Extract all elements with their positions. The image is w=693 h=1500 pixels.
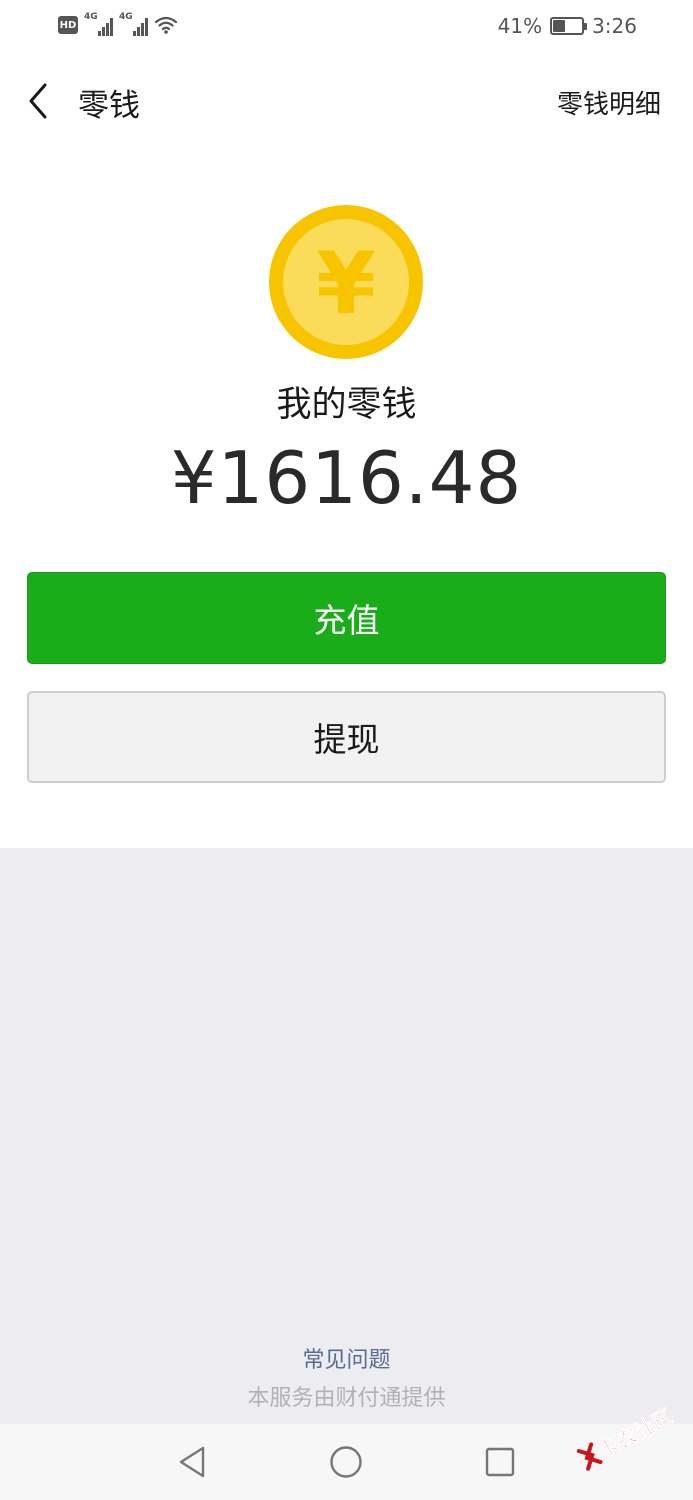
- status-left-icons: HD 4G 4G: [58, 12, 178, 36]
- hd-icon: HD: [58, 16, 78, 34]
- battery-icon: [550, 17, 588, 35]
- battery-fill: [553, 20, 565, 32]
- withdraw-button[interactable]: 提现: [27, 691, 666, 783]
- balance-amount: ¥1616.48: [170, 436, 523, 520]
- nav-back-button[interactable]: [174, 1444, 210, 1480]
- wifi-icon: [154, 16, 178, 34]
- status-right: 41% 3:26: [498, 14, 637, 38]
- chevron-left-icon: [29, 83, 47, 119]
- battery-percent: 41%: [497, 14, 543, 38]
- faq-link[interactable]: 常见问题: [0, 1342, 693, 1374]
- square-recents-icon: [485, 1447, 515, 1477]
- triangle-back-icon: [179, 1446, 205, 1478]
- page-title: 零钱: [78, 88, 140, 124]
- nav-recents-button[interactable]: [482, 1444, 518, 1480]
- coin-icon: ¥: [269, 205, 423, 359]
- nav-home-button[interactable]: [328, 1444, 364, 1480]
- change-details-link[interactable]: 零钱明细: [557, 84, 661, 121]
- clock: 3:26: [592, 14, 637, 38]
- circle-home-icon: [330, 1446, 362, 1478]
- wallet-balance-section: ¥ 我的零钱 ¥1616.48 充值 提现: [0, 148, 693, 848]
- service-provider-text: 本服务由财付通提供: [247, 1386, 446, 1411]
- signal-icon: 4G: [119, 12, 148, 36]
- signal-icon: 4G: [84, 12, 113, 36]
- back-button[interactable]: [16, 76, 60, 126]
- nav-bar: 零钱 零钱明细: [0, 56, 693, 148]
- balance-label: 我的零钱: [276, 385, 417, 425]
- svg-text:¥: ¥: [316, 234, 376, 334]
- footer-area: 常见问题 本服务由财付通提供: [0, 848, 693, 1424]
- status-bar: HD 4G 4G 41% 3:26: [0, 0, 693, 56]
- recharge-button[interactable]: 充值: [27, 572, 666, 664]
